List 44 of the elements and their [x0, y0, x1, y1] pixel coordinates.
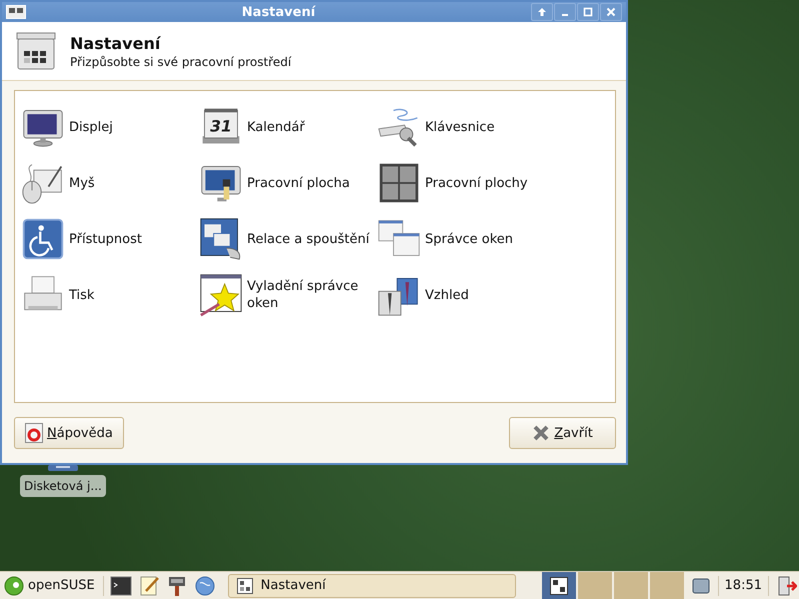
globe-icon[interactable]: [194, 574, 216, 596]
settings-item-label[interactable]: Pracovní plocha: [247, 174, 350, 192]
shade-button[interactable]: [531, 3, 553, 21]
notepad-icon[interactable]: [138, 574, 160, 596]
settings-item-label[interactable]: Myš: [69, 174, 95, 192]
maximize-button[interactable]: [577, 3, 599, 21]
terminal-icon[interactable]: [110, 574, 132, 596]
wheelchair-icon[interactable]: [21, 217, 65, 261]
settings-item-label[interactable]: Klávesnice: [425, 118, 495, 136]
minimize-icon: [562, 14, 568, 16]
settings-item-label[interactable]: Displej: [69, 118, 113, 136]
workspace-button[interactable]: [542, 572, 576, 599]
clock: 18:51: [724, 578, 762, 593]
close-icon: [606, 7, 616, 17]
lifebuoy-icon: [25, 423, 43, 443]
start-menu-button[interactable]: openSUSE: [2, 576, 97, 596]
close-button[interactable]: [600, 3, 622, 21]
grid-icon[interactable]: [377, 161, 421, 205]
settings-item-label[interactable]: Relace a spouštění: [247, 230, 370, 248]
maximize-icon: [583, 7, 593, 17]
desktop-icon-label[interactable]: Disketová j...: [20, 475, 106, 497]
close-dialog-button[interactable]: Zavřít: [509, 417, 616, 449]
settings-item-label[interactable]: Přístupnost: [69, 230, 142, 248]
settings-item-label[interactable]: Tisk: [69, 286, 94, 304]
calendar-day: 31: [210, 118, 232, 136]
taskbar-window-button[interactable]: Nastavení: [228, 574, 516, 598]
settings-item-label[interactable]: Správce oken: [425, 230, 514, 248]
windows-icon[interactable]: [199, 217, 243, 261]
settings-item-label[interactable]: Pracovní plochy: [425, 174, 528, 192]
settings-item-label[interactable]: Kalendář: [247, 118, 305, 136]
window-menu-icon[interactable]: [6, 5, 26, 19]
help-button[interactable]: Nápověda: [14, 417, 124, 449]
header-title: Nastavení: [70, 34, 162, 52]
settings-item-label[interactable]: Vyladění správce oken: [247, 278, 377, 312]
window-icon: [236, 578, 253, 594]
control-panel-icon: [14, 31, 58, 71]
header-subtitle: Přizpůsobte si své pracovní prostředí: [70, 54, 292, 68]
settings-item-label[interactable]: Vzhled: [425, 286, 469, 304]
minimize-button[interactable]: [554, 3, 576, 21]
close-icon: [532, 424, 550, 442]
arrow-up-icon: [537, 7, 547, 17]
window-thumbnail-icon: [550, 576, 568, 594]
window-title: Nastavení: [240, 4, 317, 20]
star-window-icon[interactable]: [199, 273, 243, 317]
